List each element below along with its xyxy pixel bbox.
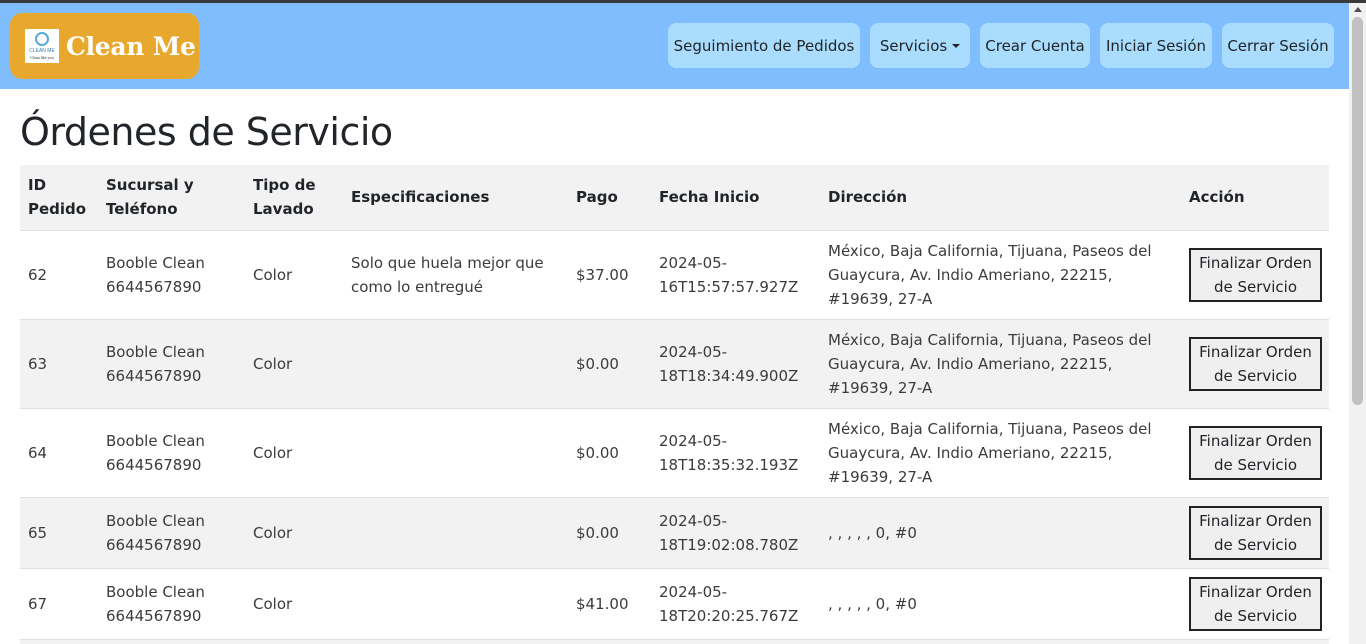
cell-sucursal: Booble Clean 6644567890 — [98, 496, 245, 568]
header-id: ID Pedido — [20, 165, 98, 231]
table-row: 65 Booble Clean 6644567890 Color $0.00 20… — [20, 496, 1329, 568]
cell-fecha: 2024-05- 18T20:20:25.767Z — [651, 567, 820, 639]
finalizar-orden-button[interactable]: Finalizar Orden de Servicio — [1189, 576, 1322, 631]
nav-servicios-dropdown[interactable]: Servicios — [870, 23, 970, 68]
logo-subtext: Clean like you — [30, 55, 54, 60]
nav-label: Cerrar Sesión — [1227, 36, 1329, 55]
cell-direccion: México, Baja California, Tijuana, Paseos… — [820, 407, 1181, 497]
cell-pago: $0.00 — [568, 496, 651, 568]
cell-sucursal: Booble Clean 6644567890 — [98, 318, 245, 408]
cell-fecha: 2024-05- 18T19:02:08.780Z — [651, 496, 820, 568]
cell-accion: Finalizar Orden de Servicio — [1181, 229, 1329, 319]
cell-direccion: , , , , , 0, #0 — [820, 496, 1181, 568]
cell-pago: $41.00 — [568, 567, 651, 639]
brand-link[interactable]: CLEAN ME Clean like you Clean Me — [10, 13, 199, 79]
table-row: 64 Booble Clean 6644567890 Color $0.00 20… — [20, 407, 1329, 497]
cell-especificaciones — [343, 318, 568, 408]
table-row: 63 Booble Clean 6644567890 Color $0.00 20… — [20, 318, 1329, 408]
nav-cerrar-sesion[interactable]: Cerrar Sesión — [1222, 23, 1334, 68]
header-direccion: Dirección — [820, 165, 1181, 231]
navbar: CLEAN ME Clean like you Clean Me Seguimi… — [0, 3, 1349, 89]
brand-name: Clean Me — [66, 31, 196, 61]
table-row-partial — [20, 638, 1329, 644]
header-pago: Pago — [568, 165, 651, 231]
nav-iniciar-sesion[interactable]: Iniciar Sesión — [1100, 23, 1212, 68]
cell-sucursal: Booble Clean 6644567890 — [98, 407, 245, 497]
cell-sucursal: Booble Clean 6644567890 — [98, 567, 245, 639]
vertical-scrollbar[interactable] — [1349, 3, 1366, 644]
cell-tipo: Color — [245, 567, 343, 639]
nav-label: Servicios — [879, 36, 948, 55]
table-header-row: ID Pedido Sucursal y Teléfono Tipo de Lavad… — [20, 165, 1329, 231]
finalizar-orden-button[interactable]: Finalizar Orden de Servicio — [1189, 247, 1322, 302]
cell-direccion: , , , , , 0, #0 — [820, 567, 1181, 639]
cell-fecha: 2024-05- 18T18:35:32.193Z — [651, 407, 820, 497]
header-sucursal: Sucursal y Teléfono — [98, 165, 245, 231]
scrollbar-thumb[interactable] — [1352, 17, 1363, 405]
cell-accion: Finalizar Orden de Servicio — [1181, 318, 1329, 408]
nav-seguimiento-pedidos[interactable]: Seguimiento de Pedidos — [668, 23, 860, 68]
cell-direccion: México, Baja California, Tijuana, Paseos… — [820, 229, 1181, 319]
logo-text: CLEAN ME — [29, 48, 55, 54]
page-title: Órdenes de Servicio — [20, 110, 393, 154]
header-fecha: Fecha Inicio — [651, 165, 820, 231]
cell-id: 64 — [20, 407, 98, 497]
cell-tipo: Color — [245, 229, 343, 319]
caret-down-icon — [952, 43, 961, 48]
cell-id: 62 — [20, 229, 98, 319]
cell-especificaciones: Solo que huela mejor que como lo entregu… — [343, 229, 568, 319]
cell-id: 65 — [20, 496, 98, 568]
finalizar-orden-button[interactable]: Finalizar Orden de Servicio — [1189, 505, 1322, 560]
cell-pago: $0.00 — [568, 318, 651, 408]
header-accion: Acción — [1181, 165, 1329, 231]
cell-fecha: 2024-05- 18T18:34:49.900Z — [651, 318, 820, 408]
finalizar-orden-button[interactable]: Finalizar Orden de Servicio — [1189, 336, 1322, 391]
nav-label: Crear Cuenta — [985, 36, 1085, 55]
table-row: 62 Booble Clean 6644567890 Color Solo que… — [20, 229, 1329, 319]
nav-label: Iniciar Sesión — [1105, 36, 1207, 55]
table-row: 67 Booble Clean 6644567890 Color $41.00 2… — [20, 567, 1329, 639]
cell-especificaciones — [343, 407, 568, 497]
cell-accion: Finalizar Orden de Servicio — [1181, 407, 1329, 497]
cell-accion: Finalizar Orden de Servicio — [1181, 567, 1329, 639]
cell-tipo: Color — [245, 318, 343, 408]
cell-id: 67 — [20, 567, 98, 639]
cell-pago: $37.00 — [568, 229, 651, 319]
cell-accion: Finalizar Orden de Servicio — [1181, 496, 1329, 568]
scroll-up-arrow-icon[interactable] — [1354, 7, 1362, 12]
cell-tipo: Color — [245, 407, 343, 497]
cell-especificaciones — [343, 496, 568, 568]
cell-pago: $0.00 — [568, 407, 651, 497]
cell-tipo: Color — [245, 496, 343, 568]
cell-especificaciones — [343, 567, 568, 639]
cell-fecha: 2024-05- 16T15:57:57.927Z — [651, 229, 820, 319]
cell-id: 63 — [20, 318, 98, 408]
cell-sucursal: Booble Clean 6644567890 — [98, 229, 245, 319]
orders-table: ID Pedido Sucursal y Teléfono Tipo de Lavad… — [20, 165, 1329, 644]
clean-me-logo: CLEAN ME Clean like you — [25, 29, 59, 63]
nav-label: Seguimiento de Pedidos — [673, 36, 855, 55]
nav-crear-cuenta[interactable]: Crear Cuenta — [980, 23, 1090, 68]
header-especificaciones: Especificaciones — [343, 165, 568, 231]
logo-ring-icon — [35, 32, 49, 46]
cell-direccion: México, Baja California, Tijuana, Paseos… — [820, 318, 1181, 408]
partial-row-cell — [20, 638, 1329, 644]
header-tipo: Tipo de Lavado — [245, 165, 343, 231]
finalizar-orden-button[interactable]: Finalizar Orden de Servicio — [1189, 425, 1322, 480]
